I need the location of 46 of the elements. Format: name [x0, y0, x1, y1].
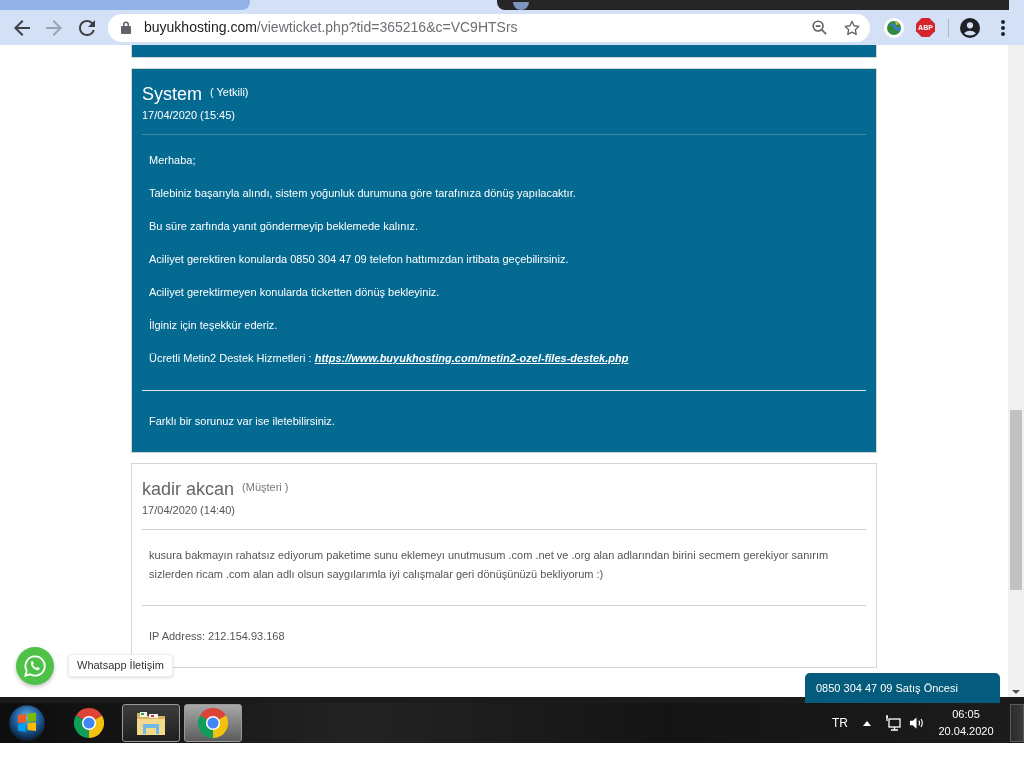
chrome-icon [198, 708, 228, 738]
url-text: buyukhosting.com/viewticket.php?tid=365216&c=VC9HTSrs [144, 18, 518, 37]
author-role: (Müşteri ) [242, 480, 289, 494]
whatsapp-phone-icon [24, 655, 46, 677]
author-name: System [142, 83, 202, 105]
favicon-icon [513, 2, 529, 10]
message-text: İlginiz için teşekkür ederiz. [149, 318, 278, 333]
message-text: Talebiniz başarıyla alındı, sistem yoğunluk durumuna göre tarafınıza dönüş yapılacaktır. [149, 186, 576, 201]
extension-globe-icon[interactable] [884, 17, 904, 38]
message-text: Aciliyet gerektirmeyen konularda ticketten dönüş bekleyiniz. [149, 285, 440, 300]
network-icon[interactable] [885, 715, 901, 731]
message-text: Bu süre zarfında yanıt göndermeyip beklemede kalınız. [149, 219, 419, 234]
account-icon[interactable] [960, 17, 980, 38]
message-footer: IP Address: 212.154.93.168 [149, 628, 285, 644]
scrollbar[interactable] [1008, 45, 1024, 697]
show-hidden-icons-icon[interactable] [863, 720, 871, 726]
address-bar[interactable]: buyukhosting.com/viewticket.php?tid=365216&c=VC9HTSrs [108, 13, 870, 42]
message-text: Merhaba; [149, 153, 196, 168]
menu-icon[interactable] [1001, 19, 1005, 36]
start-orb-icon[interactable] [8, 704, 46, 742]
sales-phone-bar[interactable]: 0850 304 47 09 Satış Öncesi [805, 673, 1000, 703]
message-footer: Farklı bir sorunuz var ise iletebilirsiniz. [149, 413, 335, 429]
lock-icon [121, 21, 131, 34]
language-indicator[interactable]: TR [832, 714, 848, 732]
reload-icon[interactable] [79, 19, 95, 36]
author-role: ( Yetkili) [210, 85, 249, 99]
bookmark-star-icon[interactable] [844, 19, 860, 36]
folder-icon [136, 710, 166, 736]
chrome-icon [74, 708, 104, 738]
scroll-down-arrow-icon[interactable] [1012, 690, 1020, 694]
message-date: 17/04/2020 (14:40) [142, 503, 235, 518]
author-name: kadir akcan [142, 478, 235, 500]
back-arrow-icon[interactable] [14, 19, 30, 36]
support-link[interactable]: https://www.buyukhosting.com/metin2-ozel-files-destek.php [314, 352, 629, 364]
zoom-out-icon[interactable] [812, 20, 827, 35]
scrollbar-thumb[interactable] [1010, 410, 1022, 590]
message-text: Aciliyet gerektiren konularda 0850 304 47 09 telefon hattımızdan irtibata geçebilirsiniz. [149, 252, 569, 267]
taskbar-button[interactable] [122, 704, 180, 742]
whatsapp-tooltip: Whatsapp İletişim [68, 654, 173, 677]
clock-time[interactable]: 06:05 [952, 706, 980, 723]
browser-tab[interactable] [497, 0, 1009, 10]
message-text: Ücretli Metin2 Destek Hizmetleri : https://www.buyukhosting.com/metin2-ozel-files-destek.php [149, 351, 629, 366]
message-date: 17/04/2020 (15:45) [142, 108, 235, 123]
clock-date[interactable]: 20.04.2020 [938, 723, 994, 740]
message-text: kusura bakmayın rahatsız ediyorum paketime sunu eklemeyı unutmusum .com .net ve .org alan adlarından birini secmem gerekiyor sanırım sizlerden ricam .com alan adlı olsun saygılarımla iyi calışmalar geri dönüşünüzü bekliyorum :) [149, 548, 830, 582]
speaker-icon[interactable] [909, 715, 924, 731]
